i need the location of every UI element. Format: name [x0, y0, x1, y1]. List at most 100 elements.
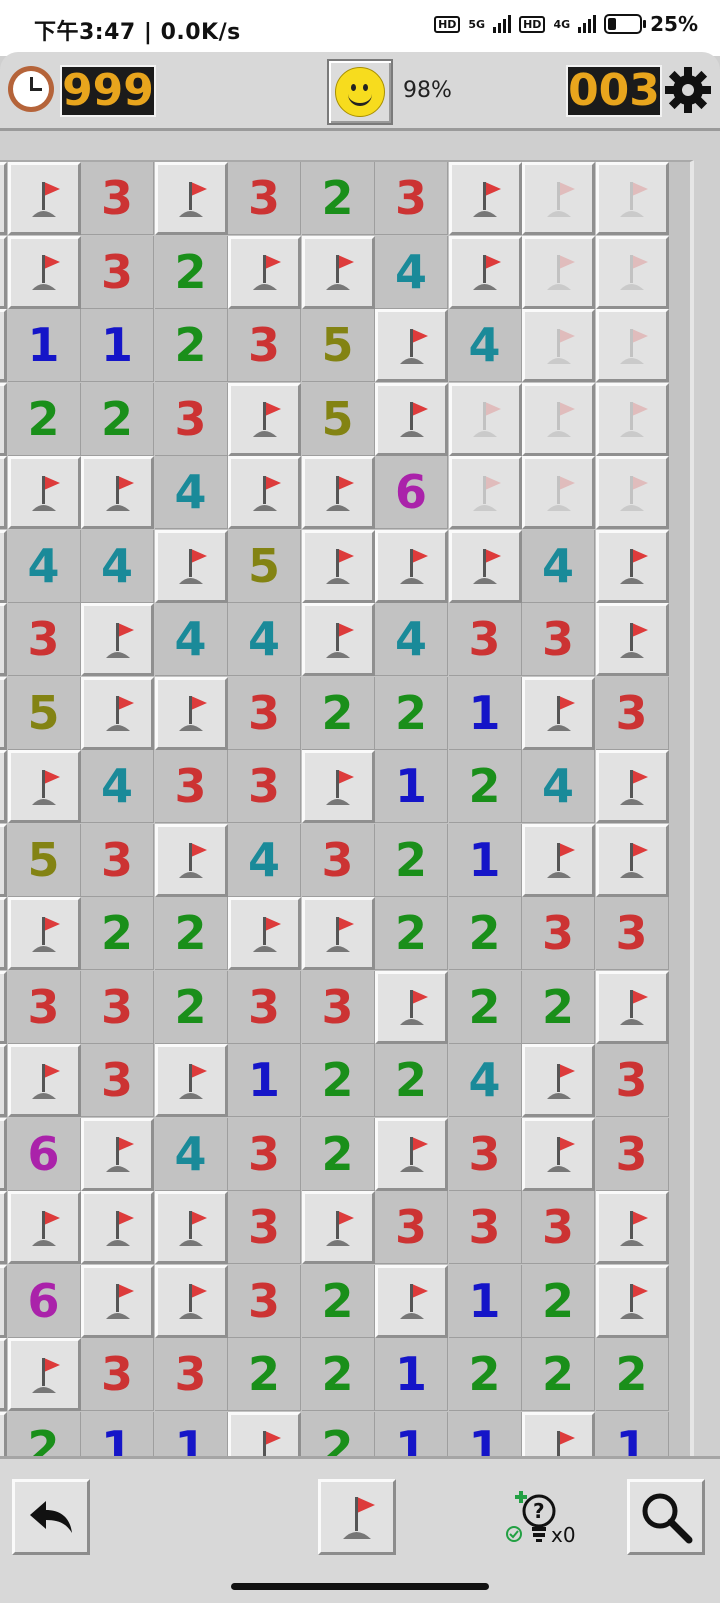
flagged-cell[interactable] [595, 970, 669, 1044]
revealed-number-cell[interactable]: 2 [375, 823, 448, 897]
covered-cell[interactable] [0, 603, 7, 676]
revealed-number-cell[interactable]: 2 [301, 1338, 375, 1411]
flagged-cell[interactable] [522, 456, 595, 529]
revealed-number-cell[interactable]: 1 [81, 1411, 154, 1458]
revealed-number-cell[interactable]: 2 [301, 1117, 375, 1191]
revealed-number-cell[interactable]: 1 [448, 1411, 522, 1458]
covered-cell[interactable] [0, 750, 7, 823]
revealed-number-cell[interactable]: 3 [595, 1044, 669, 1117]
search-zoom-button[interactable] [627, 1479, 705, 1555]
flagged-cell[interactable] [154, 1264, 228, 1338]
covered-cell[interactable] [0, 382, 7, 456]
flagged-cell[interactable] [595, 823, 669, 897]
revealed-number-cell[interactable]: 2 [375, 676, 448, 750]
undo-button[interactable] [12, 1479, 90, 1555]
flagged-cell[interactable] [375, 1264, 448, 1338]
revealed-number-cell[interactable]: 1 [595, 1411, 669, 1458]
flagged-cell[interactable] [522, 823, 595, 897]
revealed-number-cell[interactable]: 3 [228, 676, 301, 750]
flagged-cell[interactable] [81, 1191, 154, 1264]
revealed-number-cell[interactable]: 3 [375, 1191, 448, 1264]
flagged-cell[interactable] [154, 162, 228, 235]
revealed-number-cell[interactable]: 4 [375, 603, 448, 676]
revealed-number-cell[interactable]: 5 [301, 382, 375, 456]
settings-gear-icon[interactable] [663, 65, 713, 115]
revealed-number-cell[interactable]: 3 [228, 1264, 301, 1338]
revealed-number-cell[interactable]: 3 [522, 603, 595, 676]
flagged-cell[interactable] [7, 1191, 81, 1264]
flagged-cell[interactable] [7, 162, 81, 235]
covered-cell[interactable] [0, 970, 7, 1044]
revealed-number-cell[interactable]: 4 [154, 456, 228, 529]
flagged-cell[interactable] [154, 1044, 228, 1117]
flagged-cell[interactable] [448, 235, 522, 309]
covered-cell[interactable] [0, 456, 7, 529]
revealed-number-cell[interactable]: 6 [7, 1264, 81, 1338]
revealed-number-cell[interactable]: 3 [81, 970, 154, 1044]
flagged-cell[interactable] [595, 529, 669, 603]
revealed-number-cell[interactable]: 6 [7, 1117, 81, 1191]
revealed-number-cell[interactable]: 2 [522, 1264, 595, 1338]
flagged-cell[interactable] [522, 162, 595, 235]
revealed-number-cell[interactable]: 2 [522, 1338, 595, 1411]
revealed-number-cell[interactable]: 5 [301, 309, 375, 382]
revealed-number-cell[interactable]: 3 [228, 1191, 301, 1264]
revealed-number-cell[interactable]: 2 [448, 897, 522, 970]
revealed-number-cell[interactable]: 1 [375, 750, 448, 823]
flagged-cell[interactable] [522, 1411, 595, 1458]
flagged-cell[interactable] [7, 1338, 81, 1411]
revealed-number-cell[interactable]: 3 [522, 1191, 595, 1264]
revealed-number-cell[interactable]: 3 [228, 750, 301, 823]
revealed-number-cell[interactable]: 2 [301, 1264, 375, 1338]
covered-cell[interactable] [0, 897, 7, 970]
revealed-number-cell[interactable]: 3 [301, 823, 375, 897]
flagged-cell[interactable] [228, 897, 301, 970]
covered-cell[interactable] [0, 1191, 7, 1264]
revealed-number-cell[interactable]: 3 [81, 235, 154, 309]
flagged-cell[interactable] [522, 309, 595, 382]
revealed-number-cell[interactable]: 2 [301, 676, 375, 750]
revealed-number-cell[interactable]: 2 [81, 382, 154, 456]
revealed-number-cell[interactable]: 1 [228, 1044, 301, 1117]
revealed-number-cell[interactable]: 5 [228, 529, 301, 603]
revealed-number-cell[interactable]: 3 [448, 603, 522, 676]
flagged-cell[interactable] [301, 529, 375, 603]
revealed-number-cell[interactable]: 3 [7, 603, 81, 676]
flagged-cell[interactable] [522, 382, 595, 456]
revealed-number-cell[interactable]: 3 [7, 970, 81, 1044]
revealed-number-cell[interactable]: 2 [301, 1044, 375, 1117]
revealed-number-cell[interactable]: 3 [448, 1117, 522, 1191]
flagged-cell[interactable] [595, 750, 669, 823]
flagged-cell[interactable] [81, 456, 154, 529]
flagged-cell[interactable] [7, 456, 81, 529]
flagged-cell[interactable] [301, 1191, 375, 1264]
revealed-number-cell[interactable]: 3 [228, 162, 301, 235]
revealed-number-cell[interactable]: 4 [522, 750, 595, 823]
revealed-number-cell[interactable]: 2 [448, 970, 522, 1044]
flagged-cell[interactable] [375, 309, 448, 382]
flagged-cell[interactable] [595, 309, 669, 382]
revealed-number-cell[interactable]: 4 [522, 529, 595, 603]
revealed-number-cell[interactable]: 6 [375, 456, 448, 529]
flagged-cell[interactable] [375, 529, 448, 603]
flagged-cell[interactable] [522, 1044, 595, 1117]
revealed-number-cell[interactable]: 4 [81, 750, 154, 823]
revealed-number-cell[interactable]: 3 [595, 897, 669, 970]
covered-cell[interactable] [0, 1411, 7, 1458]
flagged-cell[interactable] [448, 529, 522, 603]
revealed-number-cell[interactable]: 5 [7, 676, 81, 750]
flagged-cell[interactable] [154, 823, 228, 897]
revealed-number-cell[interactable]: 3 [81, 823, 154, 897]
revealed-number-cell[interactable]: 1 [448, 823, 522, 897]
covered-cell[interactable] [0, 529, 7, 603]
revealed-number-cell[interactable]: 3 [522, 897, 595, 970]
flagged-cell[interactable] [522, 1117, 595, 1191]
covered-cell[interactable] [0, 1264, 7, 1338]
revealed-number-cell[interactable]: 1 [154, 1411, 228, 1458]
revealed-number-cell[interactable]: 4 [228, 603, 301, 676]
covered-cell[interactable] [0, 676, 7, 750]
flagged-cell[interactable] [595, 603, 669, 676]
revealed-number-cell[interactable]: 1 [375, 1338, 448, 1411]
revealed-number-cell[interactable]: 3 [154, 382, 228, 456]
flagged-cell[interactable] [375, 382, 448, 456]
